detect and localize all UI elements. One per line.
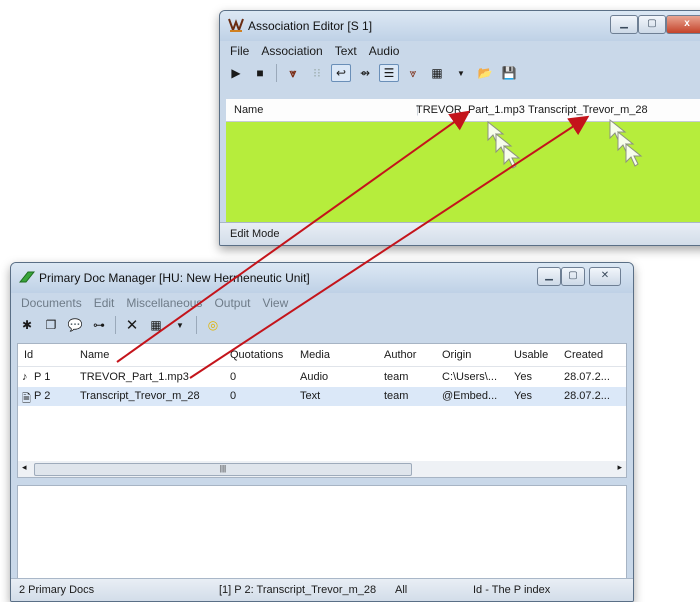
arrow-audio-link xyxy=(116,110,471,363)
arrow-text-link xyxy=(189,115,590,379)
association-arrows xyxy=(116,110,590,379)
